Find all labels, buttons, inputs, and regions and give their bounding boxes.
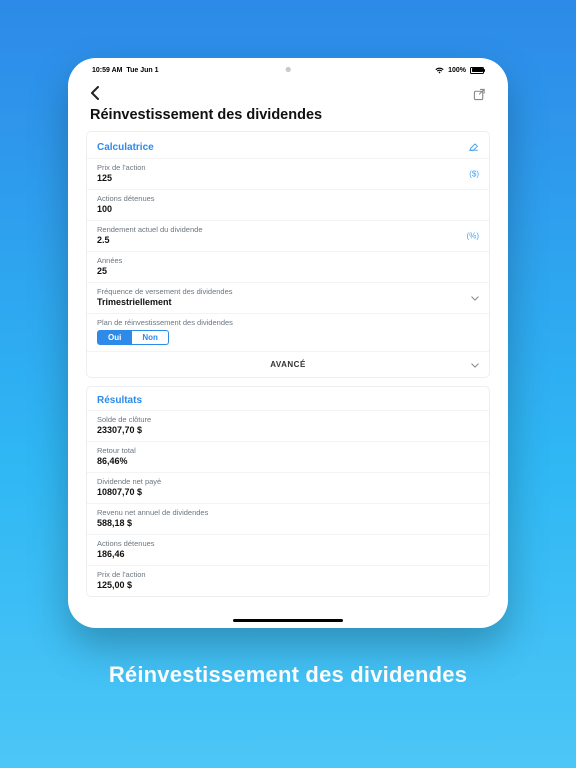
field-value: 125 (97, 173, 479, 183)
page-title: Réinvestissement des dividendes (68, 107, 508, 131)
currency-suffix: ($) (469, 170, 479, 179)
drip-no[interactable]: Non (132, 330, 169, 345)
chevron-left-icon (90, 86, 100, 100)
field-value: 100 (97, 204, 479, 214)
drip-yes[interactable]: Oui (97, 330, 132, 345)
field-value: 25 (97, 266, 479, 276)
field-label: Fréquence de versement des dividendes (97, 287, 479, 296)
share-icon (473, 88, 486, 101)
calc-card: Calculatrice Prix de l'action 125 ($) Ac… (86, 131, 490, 378)
result-label: Actions détenues (97, 539, 479, 548)
result-value: 588,18 $ (97, 518, 479, 528)
reset-button[interactable] (468, 140, 479, 154)
field-yield[interactable]: Rendement actuel du dividende 2.5 (%) (87, 220, 489, 251)
field-frequency[interactable]: Fréquence de versement des dividendes Tr… (87, 282, 489, 313)
date: Tue Jun 1 (126, 67, 158, 74)
field-shares[interactable]: Actions détenues 100 (87, 189, 489, 220)
result-label: Revenu net annuel de dividendes (97, 508, 479, 517)
results-card-head: Résultats (87, 387, 489, 410)
tablet-frame: 10:59 AM Tue Jun 1 100% Réinvestissement… (68, 58, 508, 628)
result-value: 23307,70 $ (97, 425, 479, 435)
segmented-control: Oui Non (97, 330, 479, 345)
time: 10:59 AM (92, 67, 122, 74)
eraser-icon (468, 140, 479, 151)
result-label: Prix de l'action (97, 570, 479, 579)
field-price[interactable]: Prix de l'action 125 ($) (87, 158, 489, 189)
field-label: Actions détenues (97, 194, 479, 203)
field-drip: Plan de réinvestissement des dividendes … (87, 313, 489, 351)
field-label: Années (97, 256, 479, 265)
result-price: Prix de l'action 125,00 $ (87, 565, 489, 596)
chevron-down-icon (471, 293, 479, 303)
result-label: Solde de clôture (97, 415, 479, 424)
advanced-label: AVANCÉ (270, 360, 306, 369)
result-value: 186,46 (97, 549, 479, 559)
result-total-return: Retour total 86,46% (87, 441, 489, 472)
result-value: 10807,70 $ (97, 487, 479, 497)
scroll-area[interactable]: Calculatrice Prix de l'action 125 ($) Ac… (68, 131, 508, 628)
advanced-toggle[interactable]: AVANCÉ (87, 351, 489, 377)
results-card: Résultats Solde de clôture 23307,70 $ Re… (86, 386, 490, 597)
battery-pct: 100% (448, 67, 466, 74)
result-value: 86,46% (97, 456, 479, 466)
field-label: Rendement actuel du dividende (97, 225, 479, 234)
field-label: Plan de réinvestissement des dividendes (97, 318, 479, 327)
wifi-icon (435, 67, 444, 74)
status-right: 100% (435, 67, 484, 74)
field-years[interactable]: Années 25 (87, 251, 489, 282)
results-card-title: Résultats (97, 395, 142, 406)
home-indicator[interactable] (233, 619, 343, 623)
battery-icon (470, 67, 484, 74)
back-button[interactable] (90, 86, 100, 105)
marketing-caption: Réinvestissement des dividendes (109, 662, 467, 688)
field-value: 2.5 (97, 235, 479, 245)
chevron-down-icon (471, 360, 479, 370)
result-annual-income: Revenu net annuel de dividendes 588,18 $ (87, 503, 489, 534)
header-row (68, 78, 508, 107)
result-label: Dividende net payé (97, 477, 479, 486)
field-label: Prix de l'action (97, 163, 479, 172)
share-button[interactable] (473, 88, 486, 104)
result-value: 125,00 $ (97, 580, 479, 590)
camera-dot (286, 67, 291, 72)
result-closing: Solde de clôture 23307,70 $ (87, 410, 489, 441)
field-value: Trimestriellement (97, 297, 479, 307)
result-shares-held: Actions détenues 186,46 (87, 534, 489, 565)
calc-card-title: Calculatrice (97, 142, 154, 153)
calc-card-head: Calculatrice (87, 132, 489, 158)
result-label: Retour total (97, 446, 479, 455)
result-net-paid: Dividende net payé 10807,70 $ (87, 472, 489, 503)
status-time: 10:59 AM Tue Jun 1 (92, 67, 159, 74)
percent-suffix: (%) (467, 232, 479, 241)
